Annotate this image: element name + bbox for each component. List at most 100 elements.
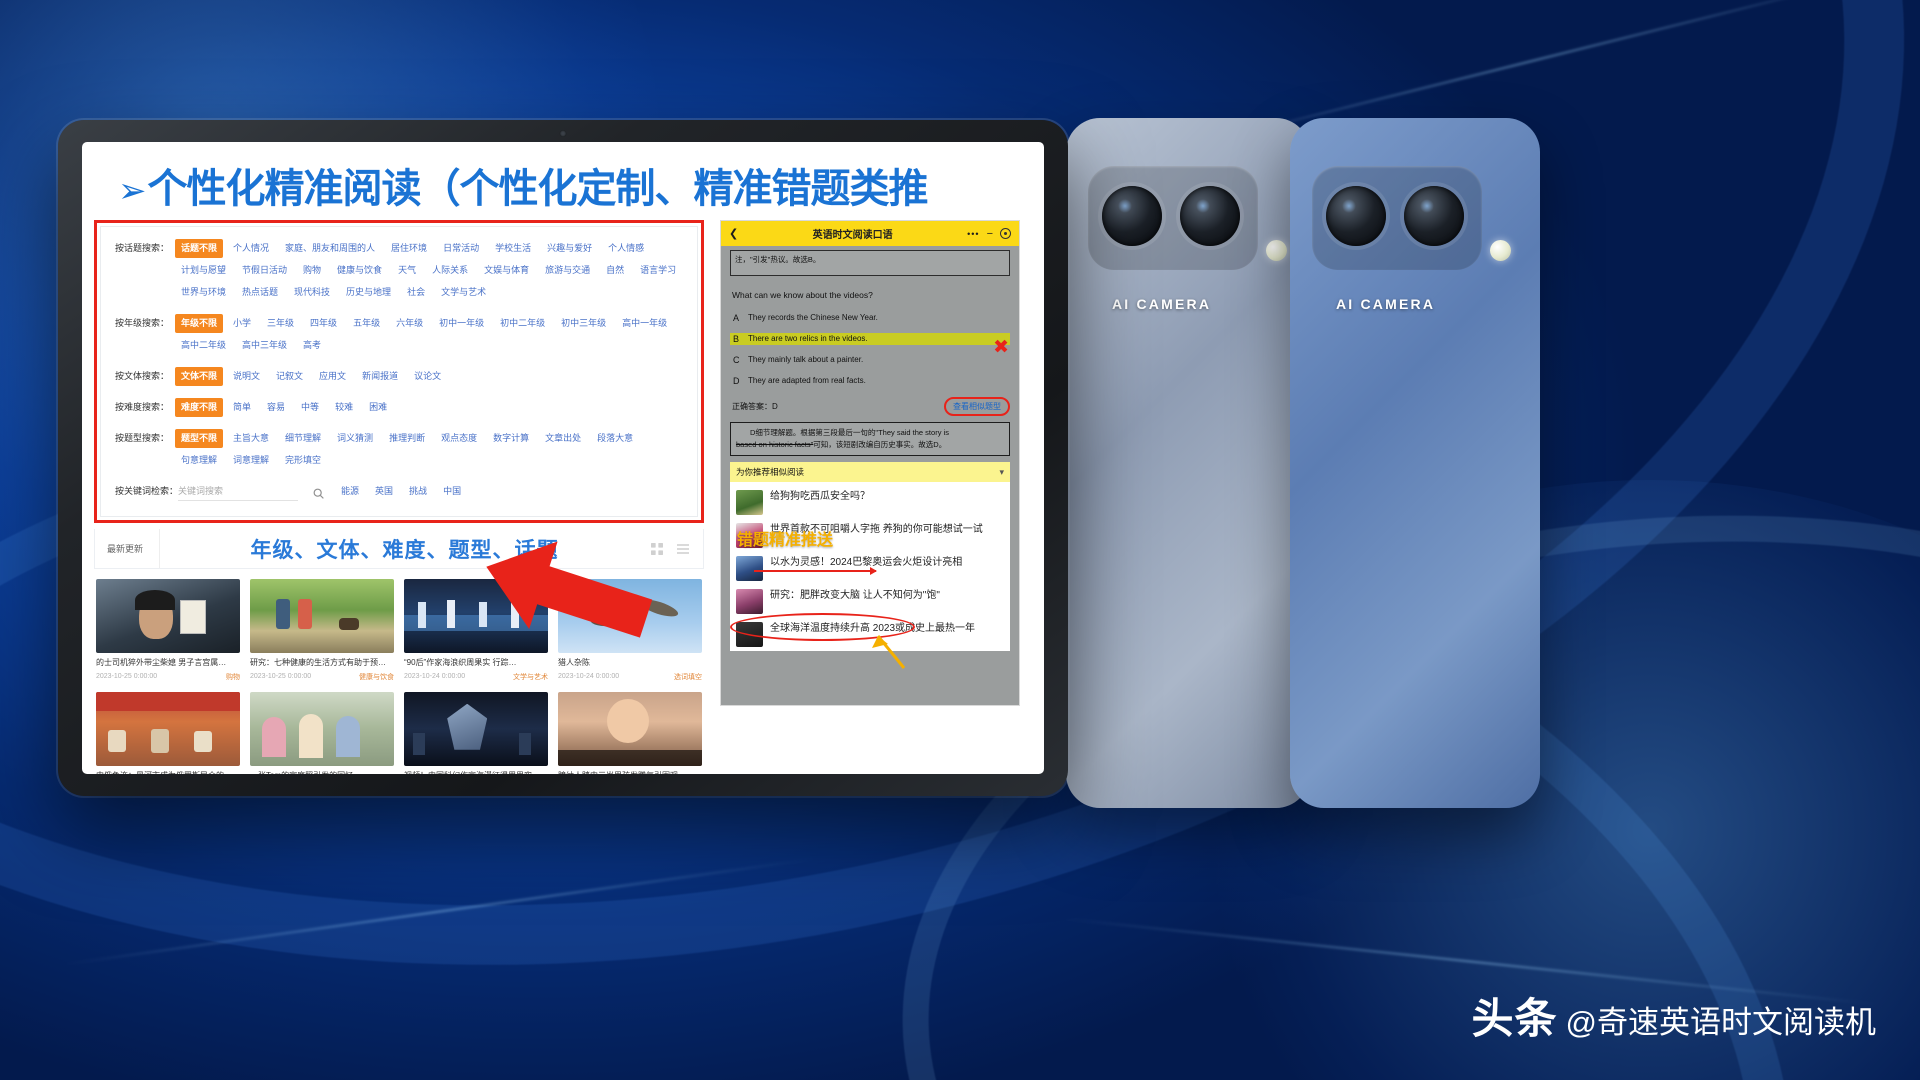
filter-tag[interactable]: 自然 (600, 261, 630, 280)
filter-tag[interactable]: 难度不限 (175, 398, 224, 418)
filter-tag[interactable]: 个人情况 (227, 239, 275, 258)
news-card[interactable]: 的士司机猝外带尘柴媳 男子言宫属… 2023-10-25 0:00:00 购物 (96, 579, 240, 682)
filter-tag[interactable]: 词意理解 (227, 451, 275, 470)
filter-tag[interactable]: 文学与艺术 (435, 283, 492, 302)
filter-tag[interactable]: 历史与地理 (340, 283, 397, 302)
filter-tag[interactable]: 完形填空 (279, 451, 327, 470)
filter-tag[interactable]: 新闻报道 (356, 367, 404, 386)
more-dots-icon[interactable]: ••• (967, 229, 979, 239)
filter-tag[interactable]: 容易 (261, 398, 291, 417)
filter-tag[interactable]: 高中三年级 (236, 336, 293, 355)
news-card[interactable]: 中俄色连：黑河市成为俄罗斯民众的… 2023-10-24 0:00:00 (96, 691, 240, 774)
filter-tag[interactable]: 世界与环境 (175, 283, 232, 302)
news-card[interactable]: 膀纳人踏中三岁男孩发腾气引围观 … 2023-10-23 0:00:00 (558, 691, 702, 774)
filter-tag[interactable]: 文娱与体育 (478, 261, 535, 280)
news-card[interactable]: 研究：七种健康的生活方式有助于预… 2023-10-25 0:00:00 健康与… (250, 579, 394, 682)
filter-tag[interactable]: 说明文 (227, 367, 266, 386)
filter-tag[interactable]: 节假日活动 (236, 261, 293, 280)
filter-tag[interactable]: 购物 (297, 261, 327, 280)
filter-tag[interactable]: 文章出处 (539, 429, 587, 448)
news-card[interactable]: 猎人杂陈 2023-10-24 0:00:00 选词填空 (558, 579, 702, 682)
filter-tag[interactable]: 家庭、朋友和周围的人 (279, 239, 381, 258)
filter-tag[interactable]: 高中一年级 (616, 314, 673, 333)
filter-tag[interactable]: 句意理解 (175, 451, 223, 470)
filter-row-difficulty: 按难度搜索： 难度不限 简单 容易 中等 较难 困难 (115, 398, 687, 420)
filter-tag[interactable]: 初中三年级 (555, 314, 612, 333)
filter-tag[interactable]: 初中二年级 (494, 314, 551, 333)
filter-label: 按文体搜索： (115, 371, 170, 382)
list-view-icon[interactable] (675, 541, 691, 557)
filter-tag[interactable]: 小学 (227, 314, 257, 333)
filter-tag[interactable]: 社会 (401, 283, 431, 302)
answer-option[interactable]: C They mainly talk about a painter. (730, 354, 1010, 366)
news-card[interactable]: “90后”作家海浪织周果实 行踪… 2023-10-24 0:00:00 文学与… (404, 579, 548, 682)
filter-tag[interactable]: 简单 (227, 398, 257, 417)
explanation-tail: 可知，该短剧改编自历史事实。故选D。 (813, 440, 947, 449)
filter-tag[interactable]: 困难 (363, 398, 393, 417)
keyword-quick-tag[interactable]: 中国 (437, 482, 467, 501)
filter-tag[interactable]: 四年级 (304, 314, 343, 333)
close-icon[interactable]: ✖ (993, 338, 1009, 357)
filter-tag[interactable]: 细节理解 (279, 429, 327, 448)
filter-tag[interactable]: 中等 (295, 398, 325, 417)
answer-option[interactable]: D They are adapted from real facts. (730, 375, 1010, 387)
filter-tag[interactable]: 日常活动 (437, 239, 485, 258)
app-header: ❮ 英语时文阅读口语 ••• − (721, 221, 1019, 246)
keyword-quick-tag[interactable]: 英国 (369, 482, 399, 501)
news-card[interactable]: 一张Tom的家庭照引发的回忆 2023-10-24 0:00:00 (250, 691, 394, 774)
filter-tag-list: 难度不限 简单 容易 中等 较难 困难 (175, 398, 687, 420)
filter-tag[interactable]: 语言学习 (634, 261, 682, 280)
filter-tag[interactable]: 六年级 (390, 314, 429, 333)
search-icon[interactable] (312, 487, 325, 500)
filter-tag[interactable]: 议论文 (408, 367, 447, 386)
filter-tag[interactable]: 热点话题 (236, 283, 284, 302)
keyword-quick-tag[interactable]: 能源 (335, 482, 365, 501)
filter-tag[interactable]: 人际关系 (426, 261, 474, 280)
back-chevron-icon[interactable]: ❮ (729, 227, 738, 240)
filter-tag[interactable]: 记叙文 (270, 367, 309, 386)
filter-tag[interactable]: 推理判断 (383, 429, 431, 448)
filter-tag[interactable]: 观点态度 (435, 429, 483, 448)
filter-tag[interactable]: 初中一年级 (433, 314, 490, 333)
filter-tag[interactable]: 三年级 (261, 314, 300, 333)
list-item-title: 研究：肥胖改变大脑 让人不知何为"饱" (770, 590, 940, 601)
filter-tag[interactable]: 学校生活 (489, 239, 537, 258)
filter-tag[interactable]: 天气 (392, 261, 422, 280)
answer-option[interactable]: B There are two relics in the videos. (730, 333, 1010, 345)
filter-tag[interactable]: 高中二年级 (175, 336, 232, 355)
minimize-icon[interactable]: − (987, 228, 993, 240)
option-letter: A (733, 313, 740, 323)
answer-option[interactable]: A They records the Chinese New Year. (730, 312, 1010, 324)
search-input[interactable]: 关键词搜索 (178, 485, 299, 502)
news-card[interactable]: 视频！中国科幻作家海漫征得用果实… 2023-10-24 0:00:00 (404, 691, 548, 774)
filter-tag[interactable]: 数字计算 (487, 429, 535, 448)
keyword-quick-tag[interactable]: 挑战 (403, 482, 433, 501)
filter-tag[interactable]: 个人情感 (602, 239, 650, 258)
grid-view-icon[interactable] (649, 541, 665, 557)
filter-tag[interactable]: 年级不限 (175, 314, 224, 334)
list-item[interactable]: 研究：肥胖改变大脑 让人不知何为"饱" (736, 585, 1004, 618)
camera-lens-icon (1102, 186, 1162, 246)
filter-tag[interactable]: 应用文 (313, 367, 352, 386)
view-similar-questions-button[interactable]: 查看相似题型 (944, 397, 1010, 416)
filter-tag[interactable]: 较难 (329, 398, 359, 417)
filter-tag[interactable]: 居住环境 (385, 239, 433, 258)
filter-tag[interactable]: 健康与饮食 (331, 261, 388, 280)
filter-tag[interactable]: 旅游与交通 (539, 261, 596, 280)
list-item[interactable]: 给狗狗吃西瓜安全吗？ (736, 486, 1004, 519)
filter-tag[interactable]: 话题不限 (175, 239, 224, 259)
filter-tag[interactable]: 高考 (297, 336, 327, 355)
filter-tag[interactable]: 段落大意 (591, 429, 639, 448)
filter-tag[interactable]: 题型不限 (175, 429, 224, 449)
filter-tag[interactable]: 计划与愿望 (175, 261, 232, 280)
filter-tag[interactable]: 词义猜测 (331, 429, 379, 448)
filter-tag[interactable]: 五年级 (347, 314, 386, 333)
target-icon[interactable] (1000, 228, 1011, 239)
filter-tag[interactable]: 兴趣与爱好 (541, 239, 598, 258)
filter-tag[interactable]: 现代科技 (288, 283, 336, 302)
filter-tag[interactable]: 主旨大意 (227, 429, 275, 448)
tab-latest-update[interactable]: 最新更新 (107, 529, 161, 569)
recommended-reading-bar[interactable]: 为你推荐相似阅读 ▾ (730, 462, 1010, 482)
chevron-down-icon[interactable]: ▾ (999, 467, 1004, 478)
filter-tag[interactable]: 文体不限 (175, 367, 224, 387)
